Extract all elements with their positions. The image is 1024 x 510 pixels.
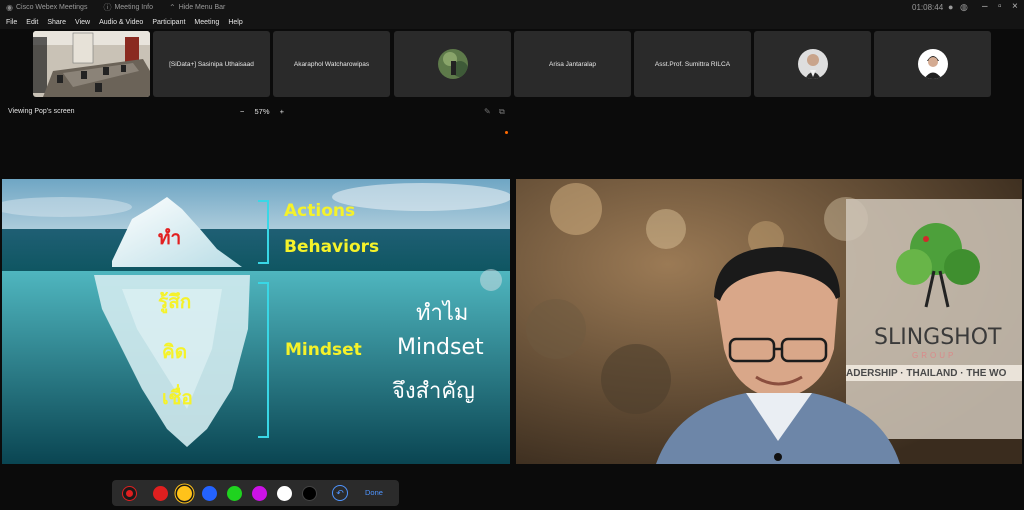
color-black-button[interactable]	[302, 486, 317, 501]
slide-thai-think: คิด	[162, 341, 188, 363]
laser-pointer-button[interactable]	[122, 486, 137, 501]
slide-behaviors-label: Behaviors	[284, 237, 380, 257]
menu-meeting[interactable]: Meeting	[194, 19, 219, 26]
slide-question-line1: ทำไม	[416, 301, 469, 326]
info-icon: ⓘ	[103, 3, 112, 12]
menu-bar: File Edit Share View Audio & Video Parti…	[0, 15, 1024, 29]
menu-view[interactable]: View	[75, 19, 90, 26]
menu-audio-video[interactable]: Audio & Video	[99, 19, 143, 26]
undo-icon[interactable]: ↶	[332, 485, 348, 501]
color-white-button[interactable]	[277, 486, 292, 501]
participant-strip: [SiData+] Sasinipa Uthaisaad Akaraphol W…	[0, 29, 1024, 101]
slide-question-line2: Mindset	[397, 335, 484, 360]
viewing-bar: Viewing Pop's screen − 57% + ✎ ⧉	[0, 104, 512, 120]
participant-tile[interactable]: [SiData+] Sasinipa Uthaisaad	[153, 31, 270, 97]
zoom-level: 57%	[254, 107, 270, 116]
participant-name: [SiData+] Sasinipa Uthaisaad	[169, 60, 254, 68]
participant-avatar	[917, 49, 948, 79]
participant-tile[interactable]: Asst.Prof. Sumittra RILCA	[634, 31, 751, 97]
hide-menu-icon: ⌃	[168, 3, 176, 12]
brand-sub-text: GROUP	[912, 351, 957, 360]
done-button[interactable]: Done	[365, 488, 383, 497]
title-bar: ◉ Cisco Webex Meetings ⓘ Meeting Info ⌃ …	[0, 0, 1024, 15]
color-red-button[interactable]	[153, 486, 168, 501]
status-dot	[505, 131, 508, 134]
brand-banner-text: ADERSHIP · THAILAND · THE WO	[846, 368, 1007, 379]
slide-thai-believe: เชื่อ	[162, 387, 193, 409]
participant-tile[interactable]	[394, 31, 511, 97]
app-title: ◉ Cisco Webex Meetings	[6, 3, 88, 12]
participant-avatar	[797, 49, 828, 79]
info-icon[interactable]: ●	[948, 2, 953, 12]
participant-name: Akaraphol Watcharowipas	[293, 60, 370, 68]
zoom-out-button[interactable]: −	[240, 107, 244, 116]
minimize-button[interactable]: –	[982, 1, 988, 12]
participant-name: Asst.Prof. Sumittra RILCA	[654, 60, 731, 68]
zoom-in-button[interactable]: +	[280, 107, 284, 116]
participant-tile[interactable]: Akaraphol Watcharowipas	[273, 31, 390, 97]
participant-tile-video[interactable]	[33, 31, 150, 97]
annotate-icon[interactable]: ✎	[484, 107, 491, 116]
speaker-video[interactable]: SLINGSHOT GROUP ADERSHIP · THAILAND · TH…	[516, 179, 1022, 464]
color-yellow-button[interactable]	[177, 486, 192, 501]
zoom-control: − 57% +	[236, 107, 288, 116]
brand-logo-text: SLINGSHOT	[874, 325, 1002, 350]
close-button[interactable]: ×	[1012, 1, 1018, 12]
participant-name: Arisa Jantaralap	[549, 60, 596, 68]
popout-icon[interactable]: ⧉	[499, 107, 505, 117]
menu-file[interactable]: File	[6, 19, 17, 26]
menu-help[interactable]: Help	[228, 19, 242, 26]
maximize-button[interactable]: ▫	[998, 1, 1002, 12]
slide-question-line3: จึงสำคัญ	[392, 379, 475, 404]
participant-tile[interactable]: Arisa Jantaralap	[514, 31, 631, 97]
laser-dot-icon	[126, 490, 133, 497]
color-green-button[interactable]	[227, 486, 242, 501]
settings-icon[interactable]: ◍	[960, 2, 968, 13]
slide-thai-do: ทำ	[158, 227, 182, 249]
color-blue-button[interactable]	[202, 486, 217, 501]
pointer-indicator	[480, 269, 502, 291]
webex-logo-icon: ◉	[6, 3, 13, 12]
meeting-info-button[interactable]: ⓘ Meeting Info	[103, 2, 153, 13]
participant-avatar	[437, 49, 468, 79]
menu-edit[interactable]: Edit	[26, 19, 38, 26]
menu-participant[interactable]: Participant	[152, 19, 185, 26]
speaker-video-frame	[516, 179, 1022, 464]
meeting-timer: 01:08:44	[912, 3, 944, 12]
participant-tile[interactable]	[874, 31, 991, 97]
annotation-toolbar: ↶ Done	[112, 480, 399, 506]
slide-mindset-label: Mindset	[285, 340, 362, 360]
menu-share[interactable]: Share	[47, 19, 66, 26]
participant-tile[interactable]	[754, 31, 871, 97]
meeting-room-video	[33, 31, 150, 97]
slide-actions-label: Actions	[284, 201, 356, 221]
hide-menu-bar-button[interactable]: ⌃ Hide Menu Bar	[169, 3, 225, 12]
shared-screen: Actions Behaviors ทำ รู้สึก คิด เชื่อ Mi…	[2, 179, 510, 464]
slide-thai-feel: รู้สึก	[158, 291, 192, 313]
viewing-label: Viewing Pop's screen	[8, 108, 75, 115]
color-purple-button[interactable]	[252, 486, 267, 501]
